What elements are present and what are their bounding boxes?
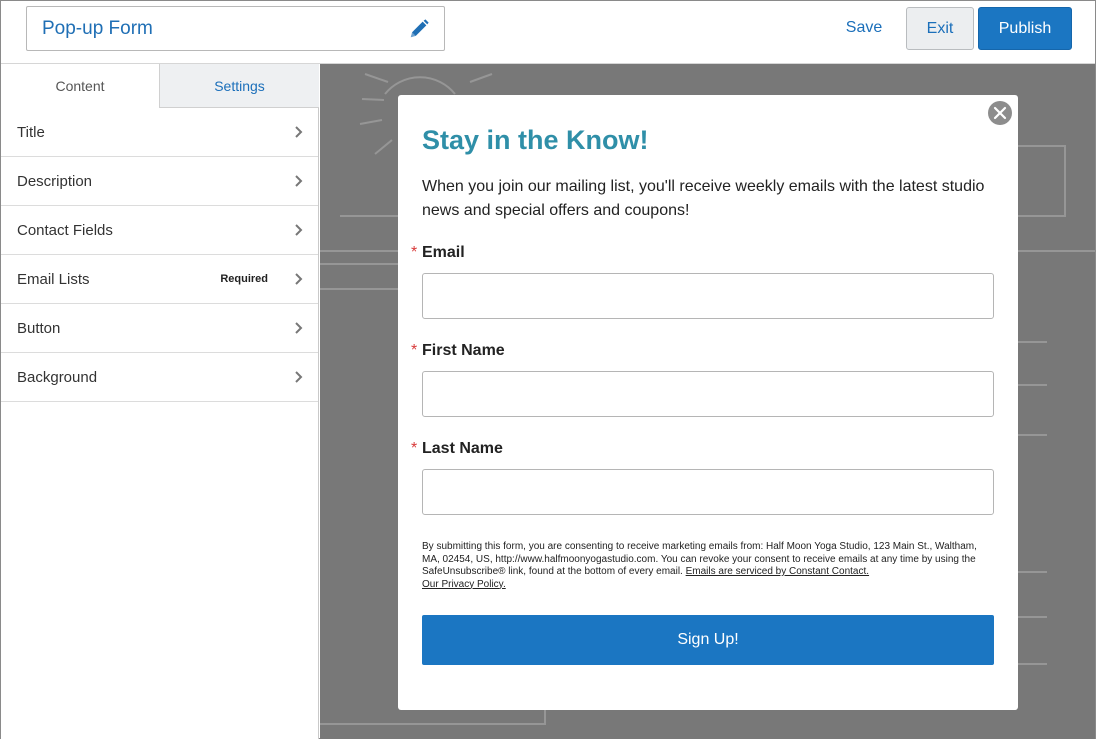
chevron-right-icon: [295, 322, 303, 334]
popup-form-preview: Stay in the Know! When you join our mail…: [398, 95, 1018, 710]
sidebar-menu: Title Description Contact Fields Email L…: [1, 108, 318, 402]
first-name-label: * First Name: [411, 342, 505, 359]
sidebar: Content Settings Title Description Conta…: [1, 64, 319, 739]
chevron-right-icon: [295, 224, 303, 236]
sidebar-item-description[interactable]: Description: [1, 157, 318, 206]
required-asterisk: *: [411, 244, 418, 261]
email-field[interactable]: [422, 273, 994, 319]
form-description[interactable]: When you join our mailing list, you'll r…: [422, 175, 997, 223]
required-badge: Required: [220, 273, 268, 285]
sign-up-button[interactable]: Sign Up!: [422, 615, 994, 665]
sidebar-item-label: Title: [17, 124, 45, 141]
last-name-label: * Last Name: [411, 440, 503, 457]
sidebar-tabs: Content Settings: [1, 64, 319, 108]
sidebar-item-title[interactable]: Title: [1, 108, 318, 157]
sidebar-item-label: Contact Fields: [17, 222, 113, 239]
constant-contact-link[interactable]: Emails are serviced by Constant Contact.: [686, 566, 869, 577]
publish-button[interactable]: Publish: [978, 7, 1072, 50]
required-asterisk: *: [411, 342, 418, 359]
form-heading[interactable]: Stay in the Know!: [422, 125, 649, 156]
form-title-field[interactable]: Pop-up Form: [26, 6, 445, 51]
chevron-right-icon: [295, 126, 303, 138]
sidebar-item-label: Email Lists: [17, 271, 90, 288]
pencil-icon[interactable]: [408, 18, 430, 40]
form-title-text: Pop-up Form: [42, 18, 153, 39]
exit-button[interactable]: Exit: [906, 7, 974, 50]
tab-content[interactable]: Content: [1, 64, 160, 108]
chevron-right-icon: [295, 371, 303, 383]
tab-settings[interactable]: Settings: [160, 64, 319, 108]
sidebar-item-background[interactable]: Background: [1, 353, 318, 402]
chevron-right-icon: [295, 175, 303, 187]
close-icon: [993, 106, 1007, 120]
sidebar-item-contact-fields[interactable]: Contact Fields: [1, 206, 318, 255]
close-button[interactable]: [988, 101, 1012, 125]
sidebar-item-label: Description: [17, 173, 93, 190]
chevron-right-icon: [295, 273, 303, 285]
sidebar-item-label: Background: [17, 369, 98, 386]
last-name-field[interactable]: [422, 469, 994, 515]
sidebar-item-email-lists[interactable]: Email Lists Required: [1, 255, 318, 304]
save-button[interactable]: Save: [837, 8, 891, 48]
email-label: * Email: [411, 244, 465, 261]
sidebar-item-label: Button: [17, 320, 61, 337]
privacy-policy-link[interactable]: Our Privacy Policy.: [422, 579, 506, 590]
top-bar: Pop-up Form Save Exit Publish: [1, 1, 1095, 64]
sidebar-item-button[interactable]: Button: [1, 304, 318, 353]
required-asterisk: *: [411, 440, 418, 457]
consent-text: By submitting this form, you are consent…: [422, 541, 977, 590]
first-name-field[interactable]: [422, 371, 994, 417]
